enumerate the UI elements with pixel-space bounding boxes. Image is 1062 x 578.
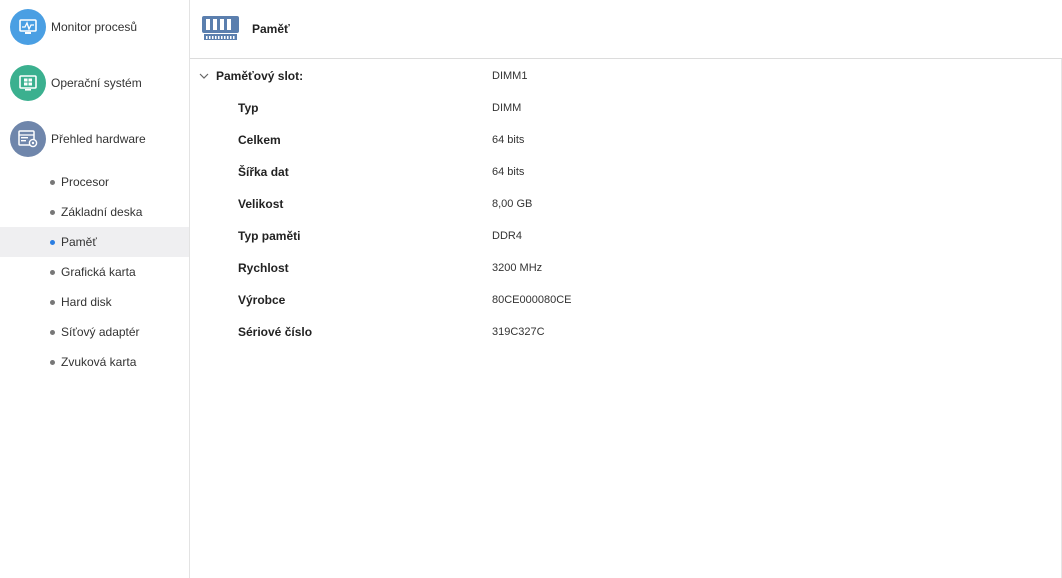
nav-item-process-monitor[interactable]: Monitor procesů bbox=[0, 4, 189, 50]
tree-row: Typ DIMM bbox=[190, 92, 1062, 124]
tree-key: Paměťový slot: bbox=[216, 69, 304, 83]
windows-icon bbox=[10, 65, 46, 101]
sidebar-item-label: Paměť bbox=[61, 235, 97, 249]
tree-row: Typ paměti DDR4 bbox=[190, 220, 1062, 252]
tree-row: Rychlost 3200 MHz bbox=[190, 252, 1062, 284]
sidebar-item-memory[interactable]: Paměť bbox=[0, 227, 189, 257]
hardware-icon bbox=[10, 121, 46, 157]
nav-label: Operační systém bbox=[51, 76, 142, 90]
sidebar-item-label: Zvuková karta bbox=[61, 355, 137, 369]
bullet-icon bbox=[50, 239, 55, 245]
tree-row: Výrobce 80CE000080CE bbox=[190, 284, 1062, 316]
sidebar: Monitor procesů Operační systém Přehled … bbox=[0, 0, 190, 578]
content-header: Paměť bbox=[190, 0, 1062, 59]
nav-item-hardware-overview[interactable]: Přehled hardware bbox=[0, 116, 189, 162]
page-title: Paměť bbox=[252, 22, 290, 36]
tree-key: Rychlost bbox=[238, 261, 289, 275]
memory-module-icon bbox=[201, 13, 241, 43]
nav-label: Přehled hardware bbox=[51, 132, 146, 146]
tree-key: Výrobce bbox=[238, 293, 286, 307]
tree-key: Sériové číslo bbox=[238, 325, 313, 339]
tree-value: DIMM1 bbox=[492, 70, 528, 82]
tree-value: 64 bits bbox=[492, 134, 525, 146]
tree-key: Velikost bbox=[238, 197, 284, 211]
sidebar-item-label: Základní deska bbox=[61, 205, 143, 219]
tree-key: Typ paměti bbox=[238, 229, 301, 243]
tree-row: Celkem 64 bits bbox=[190, 124, 1062, 156]
tree-value: 80CE000080CE bbox=[492, 294, 572, 306]
tree-value: 319C327C bbox=[492, 326, 545, 338]
tree-key: Šířka dat bbox=[238, 165, 289, 179]
tree-value: DDR4 bbox=[492, 230, 522, 242]
tree-value: 8,00 GB bbox=[492, 198, 533, 210]
bullet-icon bbox=[50, 209, 55, 215]
sidebar-item-graphics-card[interactable]: Grafická karta bbox=[0, 257, 189, 287]
tree-key: Typ bbox=[238, 101, 259, 115]
nav-item-operating-system[interactable]: Operační systém bbox=[0, 60, 189, 106]
sidebar-item-label: Grafická karta bbox=[61, 265, 136, 279]
bullet-icon bbox=[50, 359, 55, 365]
sidebar-item-label: Procesor bbox=[61, 175, 110, 189]
sidebar-item-sound-card[interactable]: Zvuková karta bbox=[0, 347, 189, 377]
sidebar-item-hard-disk[interactable]: Hard disk bbox=[0, 287, 189, 317]
sidebar-item-network-adapter[interactable]: Síťový adaptér bbox=[0, 317, 189, 347]
tree-group-memory-slot[interactable]: Paměťový slot: DIMM1 bbox=[190, 60, 1062, 92]
tree-row: Šířka dat 64 bits bbox=[190, 156, 1062, 188]
bullet-icon bbox=[50, 179, 55, 185]
sidebar-item-label: Hard disk bbox=[61, 295, 112, 309]
tree-row: Sériové číslo 319C327C bbox=[190, 316, 1062, 348]
sidebar-item-motherboard[interactable]: Základní deska bbox=[0, 197, 189, 227]
tree-value: 64 bits bbox=[492, 166, 525, 178]
tree-key: Celkem bbox=[238, 133, 281, 147]
tree-row: Velikost 8,00 GB bbox=[190, 188, 1062, 220]
tree-value: 3200 MHz bbox=[492, 262, 543, 274]
bullet-icon bbox=[50, 299, 55, 305]
sidebar-item-processor[interactable]: Procesor bbox=[0, 167, 189, 197]
bullet-icon bbox=[50, 269, 55, 275]
monitor-icon bbox=[10, 9, 46, 45]
bullet-icon bbox=[50, 329, 55, 335]
sidebar-item-label: Síťový adaptér bbox=[61, 325, 140, 339]
tree-value: DIMM bbox=[492, 102, 522, 114]
chevron-down-icon[interactable] bbox=[199, 71, 209, 81]
nav-label: Monitor procesů bbox=[51, 20, 138, 34]
